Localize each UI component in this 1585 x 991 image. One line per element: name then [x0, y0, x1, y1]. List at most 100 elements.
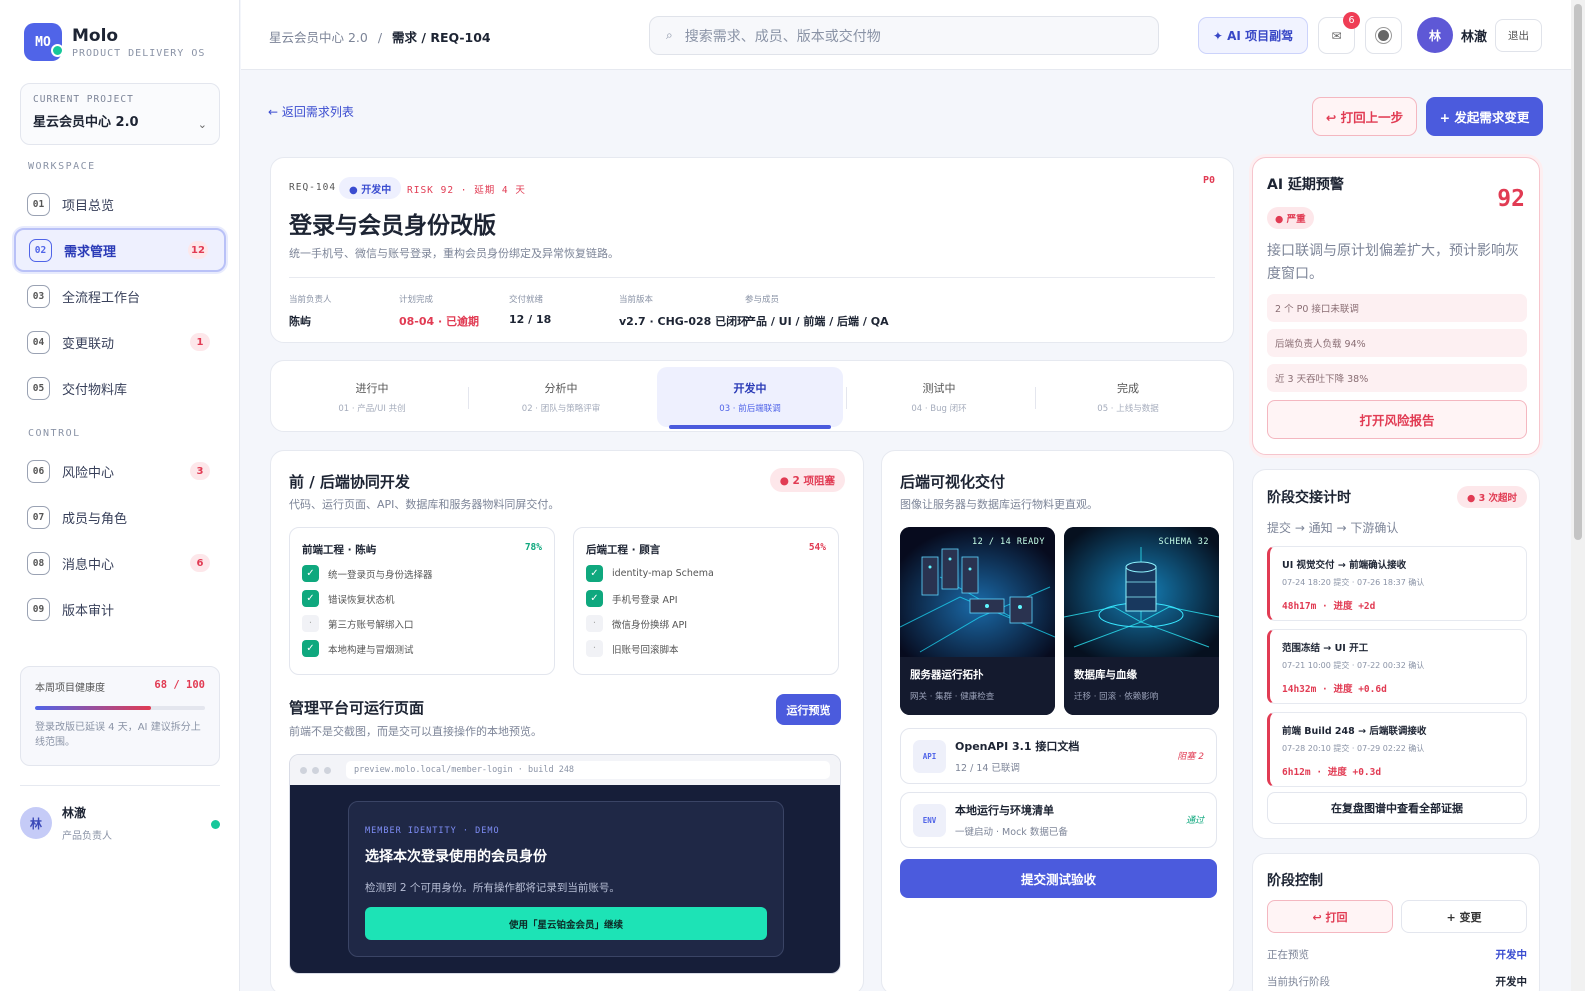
search-input[interactable]: ⌕ 搜索需求、成员、版本或交付物	[649, 16, 1159, 55]
sidebar-item-6[interactable]: 06 风险中心 3	[14, 449, 226, 493]
sidebar-item-label: 版本审计	[62, 603, 115, 619]
messages-button[interactable]: ✉ 6	[1318, 12, 1360, 54]
checkbox-checked-icon[interactable]: ✓	[302, 640, 319, 657]
task-label: 第三方账号解绑入口	[328, 619, 414, 631]
task-label: identity-map Schema	[612, 568, 714, 579]
rollback-button[interactable]: ↩ 打回上一步	[1312, 97, 1417, 136]
scrollbar-thumb[interactable]	[1574, 4, 1582, 540]
meta-key: 当前负责人	[289, 295, 332, 305]
preview-title: 管理平台可运行页面	[289, 699, 425, 717]
avatar: 林	[20, 807, 52, 839]
task-item[interactable]: ✓ 本地构建与冒烟测试	[302, 640, 542, 657]
stage-sub: 05 · 上线与数据	[1097, 404, 1159, 414]
checkbox-empty-icon[interactable]: ·	[586, 640, 603, 657]
nav-number: 04	[27, 330, 50, 354]
meta-key: 交付就绪	[509, 295, 544, 305]
continue-button[interactable]: 使用「星云铂金会员」继续	[365, 907, 767, 940]
task-item[interactable]: ✓ identity-map Schema	[586, 565, 826, 582]
task-item[interactable]: · 第三方账号解绑入口	[302, 615, 542, 632]
tab-stage-4[interactable]: 测试中 04 · Bug 闭环	[846, 367, 1032, 427]
sidebar-item-label: 成员与角色	[62, 511, 128, 527]
circle-icon	[1378, 30, 1389, 41]
view-evidence-button[interactable]: 在复盘图谱中查看全部证据	[1267, 792, 1527, 824]
handoff-item-duration: 14h32m · 进度 +0.6d	[1282, 684, 1387, 695]
logout-button[interactable]: 退出	[1495, 19, 1542, 52]
nav-count-badge: 1	[190, 333, 210, 351]
page-title: 登录与会员身份改版	[289, 213, 496, 239]
checkbox-checked-icon[interactable]: ✓	[586, 565, 603, 582]
run-preview-button[interactable]: 运行预览	[776, 694, 841, 725]
tab-stage-1[interactable]: 进行中 01 · 产品/UI 共创	[279, 367, 465, 427]
tab-stage-2[interactable]: 分析中 02 · 团队与策略评审	[468, 367, 654, 427]
nav-number: 07	[27, 505, 50, 529]
meta-field: 当前负责人 陈屿	[289, 293, 332, 329]
project-label: CURRENT PROJECT	[33, 94, 134, 105]
search-placeholder: 搜索需求、成员、版本或交付物	[684, 28, 881, 45]
handoff-item[interactable]: 范围冻结 → UI 开工 07-21 10:00 提交 · 07-22 00:3…	[1267, 629, 1527, 704]
stage-tabs: 进行中 01 · 产品/UI 共创 分析中 02 · 团队与策略评审 开发中 03 · 前…	[270, 360, 1234, 432]
task-label: 旧账号回滚脚本	[612, 644, 679, 656]
api-doc-item[interactable]: API OpenAPI 3.1 接口文档 12 / 14 已联调 阻塞 2	[900, 728, 1217, 784]
task-item[interactable]: ✓ 统一登录页与身份选择器	[302, 565, 542, 582]
theme-toggle-button[interactable]	[1365, 17, 1402, 54]
sidebar-item-5[interactable]: 05 交付物料库	[14, 366, 226, 410]
tab-stage-5[interactable]: 完成 05 · 上线与数据	[1035, 367, 1221, 427]
checkbox-empty-icon[interactable]: ·	[586, 615, 603, 632]
back-link[interactable]: ← 返回需求列表	[268, 103, 354, 120]
health-desc: 登录改版已延误 4 天，AI 建议拆分上线范围。	[35, 722, 201, 748]
change-button[interactable]: + 变更	[1401, 900, 1527, 933]
sidebar-item-9[interactable]: 09 版本审计	[14, 587, 226, 631]
handoff-item[interactable]: 前端 Build 248 → 后端联调接收 07-28 20:10 提交 · 0…	[1267, 712, 1527, 787]
task-label: 统一登录页与身份选择器	[328, 569, 433, 581]
sidebar-item-2[interactable]: 02 需求管理 12	[14, 228, 226, 272]
nav-number: 09	[27, 597, 50, 621]
database-lineage-image[interactable]: SCHEMA 32 数据库与血缘 迁移 · 回滚 · 依赖影响	[1064, 527, 1219, 715]
api-icon: API	[913, 739, 946, 773]
modal-eyebrow: MEMBER IDENTITY · DEMO	[365, 826, 500, 836]
task-item[interactable]: · 旧账号回滚脚本	[586, 640, 826, 657]
open-risk-report-button[interactable]: 打开风险报告	[1267, 400, 1527, 439]
sidebar-item-7[interactable]: 07 成员与角色	[14, 495, 226, 539]
breadcrumb-root[interactable]: 星云会员中心 2.0	[269, 30, 368, 45]
image-subcaption: 迁移 · 回滚 · 依赖影响	[1074, 692, 1159, 702]
handoff-item[interactable]: UI 视觉交付 → 前端确认接收 07-24 18:20 提交 · 07-26 …	[1267, 546, 1527, 621]
sidebar-item-3[interactable]: 03 全流程工作台	[14, 274, 226, 318]
meta-field: 交付就绪 12 / 18	[509, 293, 551, 326]
brand[interactable]: MO Molo PRODUCT DELIVERY OS	[24, 23, 205, 61]
scrollbar[interactable]	[1571, 0, 1585, 991]
top-user[interactable]: 林 林澈	[1417, 17, 1487, 53]
server-topology-image[interactable]: 12 / 14 READY 服务器运行拓扑 网关 · 集群 · 健康检查	[900, 527, 1055, 715]
meta-field: 参与成员 产品 / UI / 前端 / 后端 / QA	[745, 293, 889, 329]
checkbox-empty-icon[interactable]: ·	[302, 615, 319, 632]
blocker-badge[interactable]: ● 2 项阻塞	[769, 468, 845, 492]
ai-copilot-button[interactable]: ✦ AI 项目副驾	[1198, 17, 1308, 54]
task-item[interactable]: ✓ 手机号登录 API	[586, 590, 826, 607]
checkbox-checked-icon[interactable]: ✓	[302, 565, 319, 582]
preview-sub: 前端不是交截图，而是交可以直接操作的本地预览。	[289, 725, 542, 738]
window-dot-icon	[324, 766, 331, 774]
stage-title: 完成	[1117, 382, 1139, 395]
avatar: 林	[1417, 17, 1453, 53]
preview-browser[interactable]: preview.molo.local/member-login · build …	[289, 754, 841, 974]
meta-field: 当前版本 v2.7 · CHG-028 已闭环	[619, 293, 748, 329]
severity-badge: ● 严重	[1267, 207, 1314, 229]
meta-key: 参与成员	[745, 295, 780, 305]
stage-sub: 02 · 团队与策略评审	[521, 404, 601, 414]
meta-value: 08-04 · 已逾期	[399, 315, 480, 328]
tab-stage-3[interactable]: 开发中 03 · 前后端联调	[657, 367, 843, 429]
change-request-button[interactable]: + 发起需求变更	[1426, 97, 1543, 136]
env-doc-item[interactable]: ENV 本地运行与环境清单 一键启动 · Mock 数据已备 通过	[900, 792, 1217, 848]
checkbox-checked-icon[interactable]: ✓	[586, 590, 603, 607]
handoff-item-time: 07-21 10:00 提交 · 07-22 00:32 确认	[1282, 661, 1425, 670]
reject-button[interactable]: ↩ 打回	[1267, 900, 1393, 933]
checkbox-checked-icon[interactable]: ✓	[302, 590, 319, 607]
submit-test-button[interactable]: 提交测试验收	[900, 859, 1217, 898]
sidebar-item-8[interactable]: 08 消息中心 6	[14, 541, 226, 585]
sidebar-user[interactable]: 林 林澈 产品负责人	[20, 785, 220, 842]
task-item[interactable]: ✓ 错误恢复状态机	[302, 590, 542, 607]
sidebar-item-4[interactable]: 04 变更联动 1	[14, 320, 226, 364]
task-item[interactable]: · 微信身份换绑 API	[586, 615, 826, 632]
sidebar-item-1[interactable]: 01 项目总览	[14, 182, 226, 226]
window-dot-icon	[312, 766, 319, 774]
project-selector[interactable]: CURRENT PROJECT 星云会员中心 2.0 ⌄	[20, 83, 220, 145]
